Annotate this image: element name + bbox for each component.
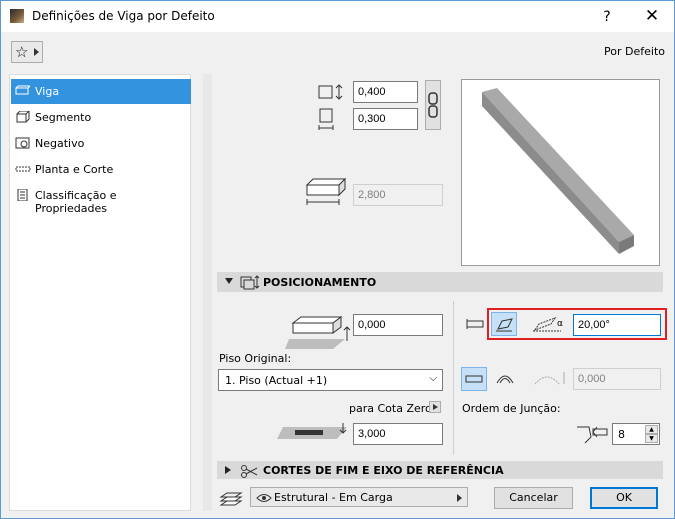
beam-length-input (353, 184, 443, 206)
panel-scrollbar[interactable] (203, 74, 212, 511)
join-order-value: 8 (618, 428, 625, 441)
preset-label: Por Defeito (604, 45, 665, 58)
vertical-divider (453, 301, 454, 455)
curve-value-input (573, 368, 661, 390)
highlight-box (487, 308, 667, 340)
beam-width-icon (318, 108, 334, 130)
beam-height-input[interactable] (353, 81, 418, 103)
link-dimensions-button[interactable] (425, 80, 441, 130)
positioning-icon (240, 275, 260, 290)
chevron-down-icon: ⌵ (429, 373, 437, 384)
straight-beam-icon (465, 375, 483, 383)
straight-beam-toggle[interactable] (461, 367, 487, 391)
structural-function-value: Estrutural - Em Carga (274, 491, 393, 504)
reference-level-button[interactable] (429, 401, 441, 413)
positioning-section-header[interactable]: POSICIONAMENTO (217, 272, 663, 292)
horizontal-beam-icon[interactable] (465, 317, 487, 331)
beam-3d-preview (461, 79, 660, 266)
home-story-select[interactable]: 1. Piso (Actual +1) ⌵ (218, 369, 443, 391)
triangle-right-icon (457, 494, 462, 502)
sidebar-item-label: Classificação e Propriedades (35, 189, 117, 215)
cancel-button[interactable]: Cancelar (494, 487, 573, 509)
join-order-icon (577, 426, 608, 444)
sidebar-item-label: Segmento (35, 111, 92, 124)
sidebar-item-viga[interactable]: Viga (11, 79, 191, 104)
reference-level-icon (277, 423, 347, 439)
beam-width-input[interactable] (353, 108, 418, 130)
end-cuts-icon (241, 465, 258, 478)
beam-3d-image (482, 88, 634, 254)
sidebar-item-negativo[interactable]: Negativo (11, 131, 191, 156)
reference-level-input[interactable] (353, 423, 443, 445)
title-bar: Definições de Viga por Defeito ? ✕ (1, 1, 674, 32)
collapse-arrow-icon (225, 278, 233, 284)
favorites-button[interactable]: ☆ (11, 41, 43, 63)
sidebar-item-label: Negativo (35, 137, 85, 150)
curved-beam-toggle[interactable] (493, 367, 519, 391)
positioning-section-title: POSICIONAMENTO (263, 276, 377, 289)
beam-offset-input[interactable] (353, 314, 443, 336)
sidebar-item-label: Viga (35, 85, 60, 98)
beam-length-icon (305, 177, 347, 205)
structural-function-select[interactable]: Estrutural - Em Carga (250, 487, 468, 507)
dialog-window: Definições de Viga por Defeito ? ✕ ☆ Por… (0, 0, 675, 519)
sidebar-item-classificacao[interactable]: Classificação e Propriedades (11, 183, 191, 215)
triangle-right-icon (34, 48, 39, 56)
end-cuts-section-header[interactable]: CORTES DE FIM E EIXO DE REFERÊNCIA (217, 461, 663, 479)
app-logo-icon (10, 9, 24, 23)
window-title: Definições de Viga por Defeito (32, 9, 215, 23)
home-story-label: Piso Original: (219, 352, 292, 365)
home-story-value: 1. Piso (Actual +1) (225, 374, 328, 387)
sidebar: Viga Segmento Negativo Planta e Corte Cl… (9, 74, 191, 511)
to-zero-label: para Cota Zero (349, 402, 432, 415)
join-order-label: Ordem de Junção: (462, 402, 561, 415)
beam-icon (15, 85, 31, 95)
sidebar-item-planta-corte[interactable]: Planta e Corte (11, 157, 191, 182)
end-cuts-section-title: CORTES DE FIM E EIXO DE REFERÊNCIA (263, 464, 504, 477)
hole-icon (15, 137, 30, 149)
stepper-up-icon[interactable]: ▲ (645, 425, 658, 434)
expand-arrow-icon (225, 466, 231, 474)
stepper-down-icon[interactable]: ▼ (645, 434, 658, 443)
plan-section-icon (15, 166, 31, 172)
ok-button[interactable]: OK (590, 487, 658, 509)
curve-radius-icon (534, 372, 565, 385)
document-icon (17, 189, 28, 201)
star-icon: ☆ (15, 43, 29, 61)
join-order-stepper[interactable]: 8 ▲ ▼ (612, 423, 660, 445)
close-button[interactable]: ✕ (641, 6, 663, 28)
help-button[interactable]: ? (597, 7, 617, 27)
eye-icon (256, 494, 272, 502)
curved-beam-icon (496, 375, 514, 384)
sidebar-item-segmento[interactable]: Segmento (11, 105, 191, 130)
beam-height-icon (318, 84, 343, 100)
sidebar-item-label: Planta e Corte (35, 163, 114, 176)
chain-link-icon (428, 92, 438, 118)
layers-icon[interactable] (219, 489, 243, 507)
beam-offset-icon (285, 316, 351, 349)
segment-icon (16, 111, 30, 123)
